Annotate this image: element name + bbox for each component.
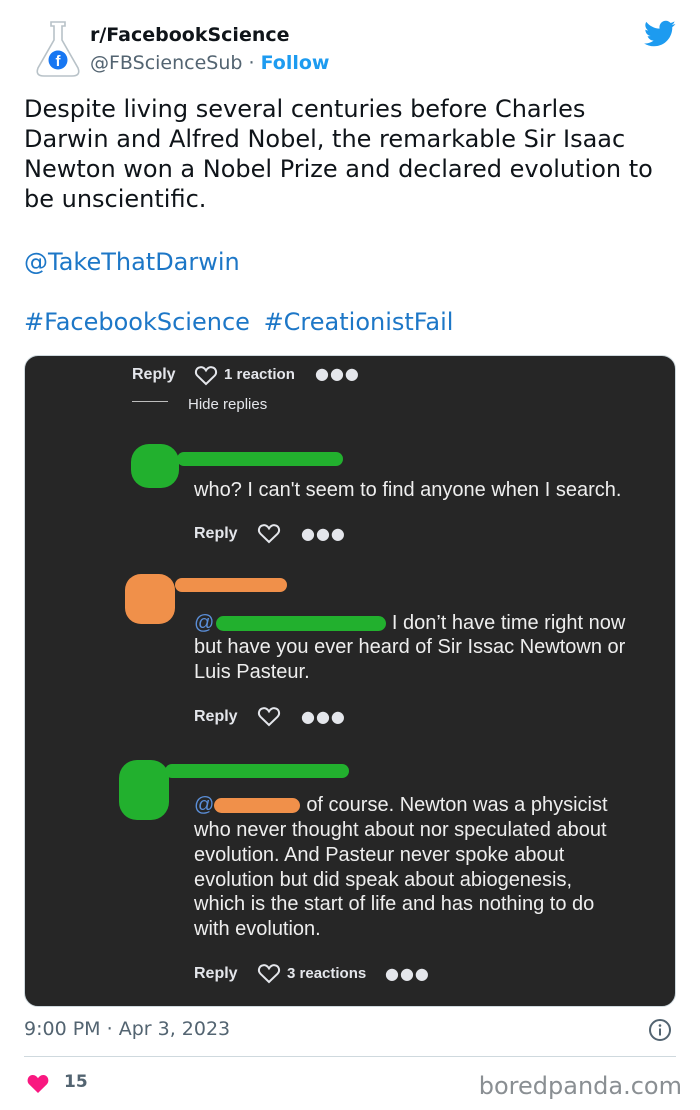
comment-text: @ of course. Newton was a physicist bbox=[194, 793, 608, 818]
comment-text: who? I can't seem to find anyone when I … bbox=[194, 479, 622, 501]
handle-separator: · bbox=[248, 52, 255, 74]
reply-button: Reply bbox=[132, 366, 176, 383]
reaction-count: 1 reaction bbox=[224, 366, 295, 383]
embedded-screenshot[interactable]: Reply 1 reaction ●●● Hide replies who? I… bbox=[24, 355, 676, 1007]
hashtags: #FacebookScience #CreationistFail bbox=[24, 308, 459, 336]
like-count[interactable]: 15 bbox=[64, 1072, 88, 1092]
heart-outline-icon bbox=[257, 707, 281, 727]
mention-at: @ bbox=[194, 612, 215, 634]
avatar-flask-icon[interactable]: f bbox=[34, 20, 82, 78]
follow-button[interactable]: Follow bbox=[261, 52, 330, 74]
tweet-timestamp[interactable]: 9:00 PM · Apr 3, 2023 bbox=[24, 1018, 230, 1040]
hide-replies-link: Hide replies bbox=[188, 396, 268, 413]
reaction-count: 3 reactions bbox=[287, 965, 367, 982]
account-name[interactable]: r/FacebookScience bbox=[90, 24, 290, 46]
redacted-avatar bbox=[125, 574, 175, 624]
more-dots-icon: ●●● bbox=[315, 364, 360, 383]
reply-button: Reply bbox=[194, 965, 238, 982]
reply-button: Reply bbox=[194, 708, 238, 725]
tweet-header: f r/FacebookScience @FBScienceSub · Foll… bbox=[24, 18, 676, 80]
reply-button: Reply bbox=[194, 525, 238, 542]
divider bbox=[24, 1056, 676, 1057]
tweet-time: 9:00 PM bbox=[24, 1018, 101, 1040]
hashtag-link[interactable]: #CreationistFail bbox=[264, 308, 454, 336]
comment-line: which is the start of life and has nothi… bbox=[194, 893, 595, 915]
mention-link[interactable]: @TakeThatDarwin bbox=[24, 248, 240, 276]
mention-at: @ bbox=[194, 794, 215, 816]
redacted-name bbox=[165, 764, 349, 778]
timestamp-separator: · bbox=[106, 1018, 113, 1040]
comment-line: evolution but did speak about abiogenesi… bbox=[194, 869, 573, 891]
heart-outline-icon bbox=[257, 964, 281, 984]
more-dots-icon: ●●● bbox=[301, 524, 346, 543]
more-dots-icon: ●●● bbox=[301, 707, 346, 726]
comment-line: but have you ever heard of Sir Issac New… bbox=[194, 636, 626, 658]
redacted-name bbox=[175, 578, 287, 592]
comment-line: who never thought about nor speculated a… bbox=[194, 819, 607, 841]
tweet-text: Despite living several centuries before … bbox=[24, 95, 653, 213]
info-icon[interactable] bbox=[648, 1018, 672, 1042]
comment-text: @ I don’t have time right now bbox=[194, 611, 625, 636]
comment-line: with evolution. bbox=[194, 918, 321, 940]
heart-outline-icon bbox=[194, 366, 218, 386]
twitter-bird-icon[interactable] bbox=[644, 20, 676, 48]
comment-line: evolution. And Pasteur never spoke about bbox=[194, 844, 565, 866]
more-dots-icon: ●●● bbox=[385, 964, 430, 983]
tweet-date: Apr 3, 2023 bbox=[118, 1018, 231, 1040]
redacted-name bbox=[177, 452, 343, 466]
hashtag-link[interactable]: #FacebookScience bbox=[24, 308, 250, 336]
comment-line: Luis Pasteur. bbox=[194, 661, 310, 683]
like-heart-icon[interactable] bbox=[26, 1072, 50, 1094]
redacted-mention bbox=[216, 616, 387, 632]
replies-line bbox=[132, 401, 168, 402]
comment-line: I don’t have time right now bbox=[386, 612, 626, 634]
redacted-avatar bbox=[119, 760, 169, 820]
heart-outline-icon bbox=[257, 524, 281, 544]
redacted-avatar bbox=[131, 444, 179, 488]
handle-line: @FBScienceSub · Follow bbox=[90, 52, 330, 74]
account-handle[interactable]: @FBScienceSub bbox=[90, 52, 242, 74]
watermark: boredpanda.com bbox=[478, 1072, 682, 1100]
comment-line: of course. Newton was a physicist bbox=[306, 794, 608, 816]
redacted-mention bbox=[214, 798, 301, 814]
